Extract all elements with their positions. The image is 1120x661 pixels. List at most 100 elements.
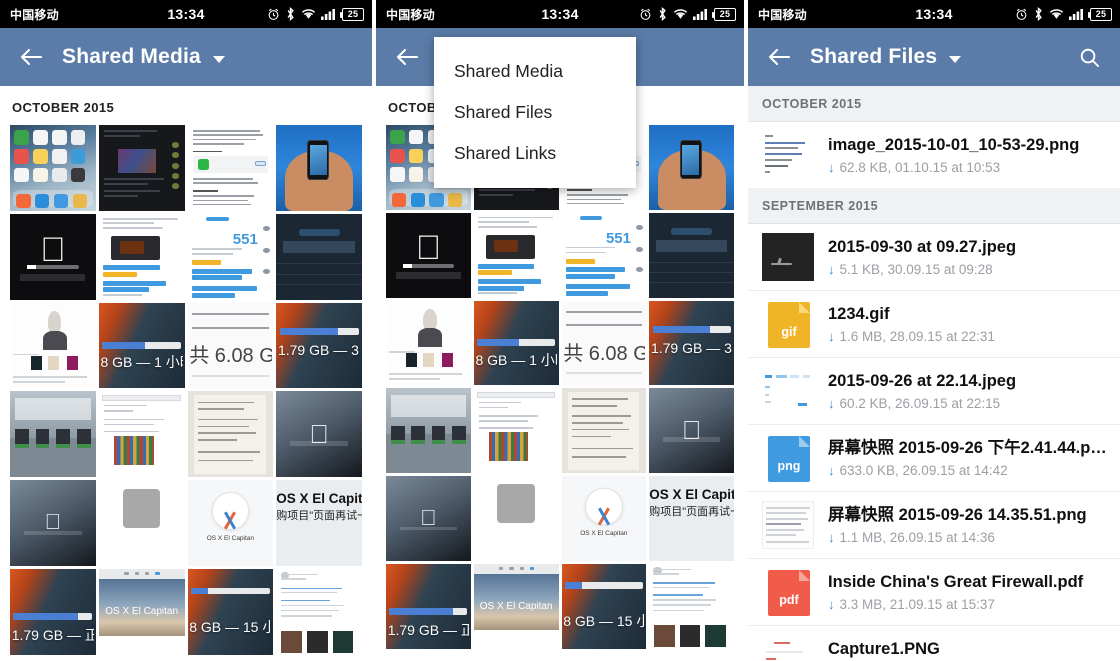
media-thumb[interactable]:  [10,480,96,566]
media-thumb[interactable]: 551 [561,212,647,298]
list-item[interactable]: pdf Inside China's Great Firewall.pdf ↓ … [748,558,1120,625]
media-thumb[interactable] [473,388,559,473]
back-arrow-icon[interactable] [14,40,48,74]
file-thumbnail: pdf [762,568,814,616]
file-type-tile: png [768,436,810,482]
status-bar: 中国移动 13:34 25 [0,0,372,28]
media-thumb[interactable] [187,391,274,477]
media-thumb[interactable]: 1.79 GB — 正在计 [386,563,471,649]
download-arrow-icon: ↓ [828,261,835,277]
menu-item-shared-media[interactable]: Shared Media [434,51,636,92]
media-thumb[interactable] [276,213,362,300]
media-thumb[interactable]: 1.79 GB — 3 分钟 [276,302,362,389]
media-thumb[interactable]:  [386,212,471,298]
file-name: 2015-09-26 at 22.14.jpeg [828,372,1017,391]
status-icons: 25 [639,7,744,21]
media-thumb[interactable]: 1.79 GB — 3 分钟 [649,300,734,386]
file-name: 2015-09-30 at 09.27.jpeg [828,238,1017,257]
media-thumb[interactable] [10,391,96,477]
list-item[interactable]: png 屏幕快照 2015-09-26 下午2.41.44.png ↓ 633.… [748,424,1120,491]
media-thumb[interactable]: 1.79 GB — 正在计 [10,568,96,655]
battery-level: 25 [1095,9,1107,19]
status-icons: 25 [267,7,372,21]
list-item[interactable]: image_2015-10-01_10-53-29.png ↓ 62.8 KB,… [748,122,1120,188]
status-icons: 25 [1015,7,1120,21]
media-thumb[interactable]: OS X El Capitan [187,480,274,566]
media-thumb[interactable]: OS X El Capitan"失败 购项目"页面再试一次。 [649,476,734,561]
media-thumb[interactable]: 共 6.08 GB [561,300,647,386]
media-thumb[interactable]: 8 GB — 15 小时 34 [187,568,274,655]
download-arrow-icon: ↓ [828,395,835,411]
thumb-overlay-text: 1.79 GB — 3 分钟 [650,339,732,356]
back-arrow-icon[interactable] [390,40,424,74]
media-thumb[interactable] [649,212,734,298]
file-meta: ↓ 1.1 MB, 26.09.15 at 14:36 [828,530,1108,545]
wifi-icon [673,8,688,20]
title-dropdown[interactable]: Shared Files [796,45,962,69]
media-thumb[interactable]: OS X El Capitan [98,568,185,655]
chart-value: 551 [232,230,258,248]
media-thumb[interactable]: 551 [187,213,274,300]
media-thumb[interactable]: 8 GB — 1 小时 [473,300,559,386]
file-info: 2015-09-30 at 09.27.jpeg ↓ 5.1 KB, 30.09… [828,237,1108,276]
status-bar: 中国移动 13:34 25 [748,0,1120,28]
file-thumbnail [762,501,814,549]
file-type-label: gif [781,325,797,339]
signal-icon [1069,8,1085,20]
media-thumb[interactable]: OS X El Capitan"失败 购项目"页面再试一次。 [276,480,362,566]
file-thumbnail: gif [762,300,814,348]
media-thumb[interactable] [10,125,96,211]
media-thumb[interactable] [649,125,734,210]
file-info: 屏幕快照 2015-09-26 下午2.41.44.png ↓ 633.0 KB… [828,438,1108,477]
list-item[interactable]: Capture1.PNG ↓ 19.2 KB, 17.09.15 at 17:4… [748,625,1120,661]
media-thumb[interactable] [187,125,274,211]
media-thumb[interactable] [386,388,471,473]
title-dropdown[interactable]: Shared Media [48,45,225,69]
media-thumb[interactable]: 共 6.08 GB [187,302,274,389]
list-item[interactable]: 2015-09-30 at 09.27.jpeg ↓ 5.1 KB, 30.09… [748,224,1120,290]
media-thumb[interactable]: 8 GB — 1 小时 [98,302,185,389]
media-thumb[interactable] [276,125,362,211]
thumb-overlay-text: 8 GB — 1 小时 [100,354,182,371]
menu-item-shared-files[interactable]: Shared Files [434,92,636,133]
download-arrow-icon: ↓ [828,462,835,478]
media-thumb[interactable]: OS X El Capitan [473,563,559,649]
media-thumb[interactable]:  [649,388,734,473]
media-thumb[interactable] [98,213,185,300]
list-item[interactable]: 屏幕快照 2015-09-26 14.35.51.png ↓ 1.1 MB, 2… [748,491,1120,558]
media-thumb[interactable] [98,480,185,566]
menu-item-shared-links[interactable]: Shared Links [434,133,636,174]
media-thumb[interactable] [10,302,96,389]
file-thumbnail [762,635,814,661]
media-thumb[interactable]:  [10,213,96,300]
back-arrow-icon[interactable] [762,40,796,74]
media-thumb[interactable] [98,391,185,477]
search-icon[interactable] [1072,40,1106,74]
media-thumb[interactable]:  [386,476,471,561]
media-thumb[interactable]:  [276,391,362,477]
signal-icon [321,8,337,20]
media-thumb[interactable]: 8 GB — 15 小时 34 [561,563,647,649]
media-thumb[interactable] [276,568,362,655]
list-item[interactable]: 2015-09-26 at 22.14.jpeg ↓ 60.2 KB, 26.0… [748,357,1120,424]
media-grid:  551 [376,125,744,649]
file-thumbnail [762,131,814,179]
page-title: Shared Files [810,45,938,68]
download-arrow-icon: ↓ [828,159,835,175]
file-meta: ↓ 1.6 MB, 28.09.15 at 22:31 [828,329,1108,344]
media-thumb[interactable] [473,476,559,561]
battery-icon: 25 [712,7,736,21]
list-item[interactable]: gif 1234.gif ↓ 1.6 MB, 28.09.15 at 22:31 [748,290,1120,357]
title-dropdown-menu[interactable]: Shared Media Shared Files Shared Links [434,37,636,188]
battery-level: 25 [719,9,731,19]
media-thumb[interactable] [386,300,471,386]
file-meta-text: 633.0 KB, 26.09.15 at 14:42 [839,462,1008,478]
file-name: 屏幕快照 2015-09-26 下午2.41.44.png [828,439,1108,458]
media-thumb[interactable] [98,125,185,211]
media-thumb[interactable] [561,388,647,473]
file-type-tile: pdf [768,570,810,616]
media-thumb[interactable] [473,212,559,298]
media-thumb[interactable]: OS X El Capitan [561,476,647,561]
three-panel-screenshot: 中国移动 13:34 25 Shared Media OCTOBER 2015 [0,0,1120,661]
media-thumb[interactable] [649,563,734,649]
